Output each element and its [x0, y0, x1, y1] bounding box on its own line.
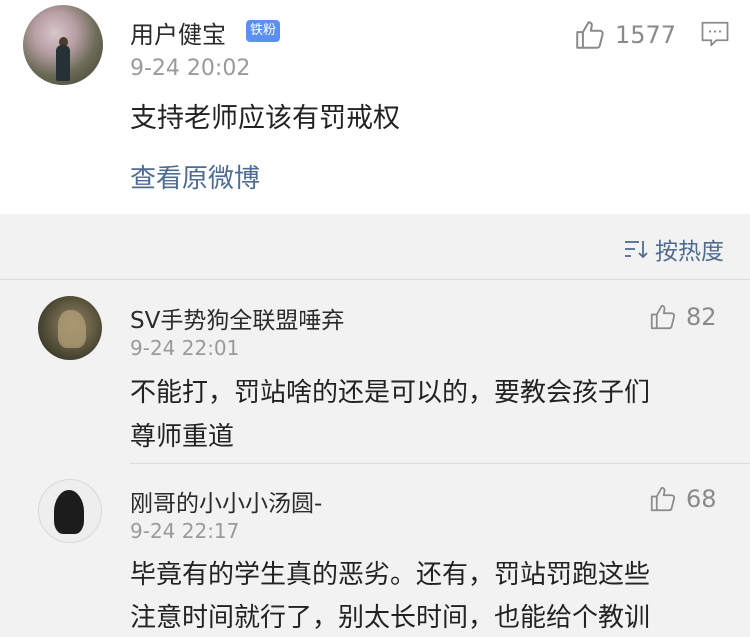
- sort-by-hotness-button[interactable]: 按热度: [623, 232, 724, 266]
- comment-icon[interactable]: [700, 20, 730, 52]
- comment-username[interactable]: 刚哥的小小小汤圆-: [130, 484, 322, 518]
- avatar-image-detail: [54, 490, 84, 534]
- comments-section: 按热度 SV手势狗全联盟唾弃 9-24 22:01 不能打，罚站啥的还是可以的，…: [0, 214, 750, 637]
- post-like-button[interactable]: 1577: [573, 18, 676, 52]
- view-original-link[interactable]: 查看原微博: [130, 158, 260, 195]
- comment-timestamp: 9-24 22:01: [130, 336, 240, 360]
- sort-icon: [625, 241, 648, 259]
- post-username[interactable]: 用户健宝: [130, 15, 226, 50]
- fan-badge: 铁粉: [246, 20, 281, 42]
- divider: [0, 279, 750, 280]
- post-like-count: 1577: [615, 21, 677, 49]
- avatar-figure: [56, 45, 70, 81]
- comment-like-count: 68: [686, 485, 717, 513]
- thumbs-up-icon: [650, 486, 676, 512]
- thumbs-up-icon: [650, 304, 676, 330]
- sort-label: 按热度: [655, 239, 724, 265]
- comment-text-line: 毕竟有的学生真的恶劣。还有，罚站罚跑这些: [130, 560, 651, 590]
- post-text: 支持老师应该有罚戒权: [130, 103, 400, 134]
- comment-avatar[interactable]: [38, 296, 102, 360]
- divider: [130, 463, 750, 464]
- comment-like-count: 82: [686, 303, 717, 331]
- comment-text-line: 尊师重道: [130, 422, 235, 452]
- comment-text-line: 注意时间就行了，别太长时间，也能给个教训: [130, 603, 651, 633]
- comment-text-line: 不能打，罚站啥的还是可以的，要教会孩子们: [130, 378, 651, 408]
- comment-username[interactable]: SV手势狗全联盟唾弃: [130, 301, 344, 335]
- comment-timestamp: 9-24 22:17: [130, 519, 240, 543]
- post-timestamp: 9-24 20:02: [130, 56, 251, 81]
- comment-like-button[interactable]: 68: [648, 484, 717, 514]
- comment-like-button[interactable]: 82: [648, 302, 717, 332]
- comment-avatar[interactable]: [38, 479, 102, 543]
- main-post: 用户健宝 铁粉 9-24 20:02 支持老师应该有罚戒权 查看原微博 1577: [0, 0, 750, 214]
- avatar[interactable]: [23, 5, 103, 85]
- thumbs-up-icon: [576, 21, 604, 49]
- avatar-image-detail: [58, 310, 86, 348]
